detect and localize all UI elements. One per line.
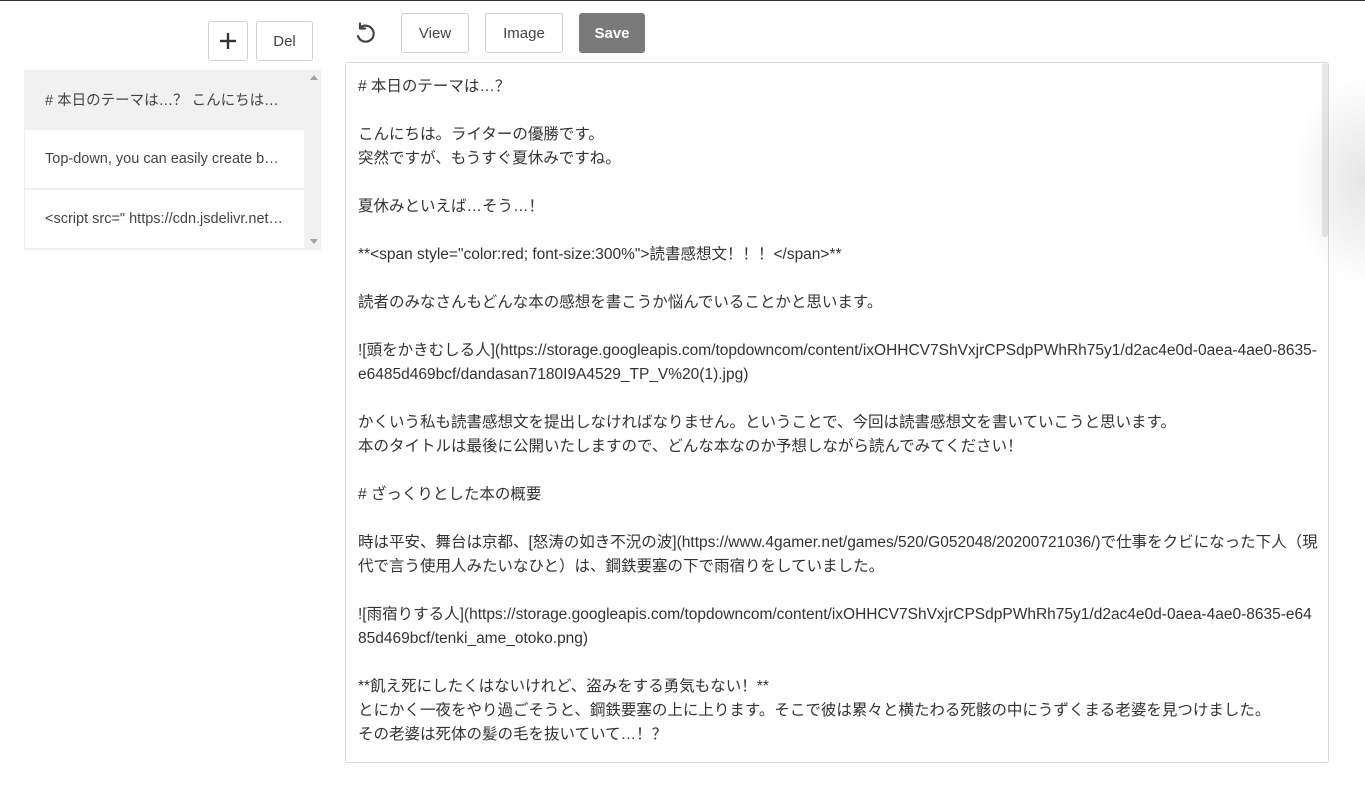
note-list-item[interactable]: <script src=" https://cdn.jsdelivr.net/n… <box>25 190 304 248</box>
editor-scrollbar-thumb[interactable] <box>1322 63 1328 237</box>
image-button[interactable]: Image <box>485 13 563 53</box>
markdown-editor[interactable]: # 本日のテーマは…？ こんにちは。ライターの優勝です。 突然ですが、もうすぐ夏… <box>345 62 1329 763</box>
editor-content[interactable]: # 本日のテーマは…？ こんにちは。ライターの優勝です。 突然ですが、もうすぐ夏… <box>358 75 1320 747</box>
delete-button[interactable]: Del <box>256 21 313 61</box>
note-list-item[interactable]: Top-down, you can easily create beautifu… <box>25 130 304 188</box>
undo-icon <box>356 22 375 43</box>
scroll-up-arrow-icon[interactable] <box>310 75 318 80</box>
note-preview: # 本日のテーマは…？ こんにちは。ライターの優勝です。 <box>45 92 284 109</box>
scroll-down-arrow-icon[interactable] <box>310 239 318 244</box>
undo-button[interactable] <box>350 19 380 49</box>
add-note-button[interactable] <box>208 21 248 61</box>
note-preview: <script src=" https://cdn.jsdelivr.net/n… <box>45 211 284 227</box>
editor-scrollbar[interactable] <box>1322 63 1328 762</box>
note-list: # 本日のテーマは…？ こんにちは。ライターの優勝です。 Top-down, y… <box>24 70 321 250</box>
view-button[interactable]: View <box>401 13 469 53</box>
plus-icon <box>220 33 236 49</box>
save-button[interactable]: Save <box>579 13 645 53</box>
note-list-item[interactable]: # 本日のテーマは…？ こんにちは。ライターの優勝です。 <box>25 70 304 128</box>
note-preview: Top-down, you can easily create beautifu… <box>45 151 284 167</box>
note-list-scrollbar[interactable] <box>305 70 321 250</box>
